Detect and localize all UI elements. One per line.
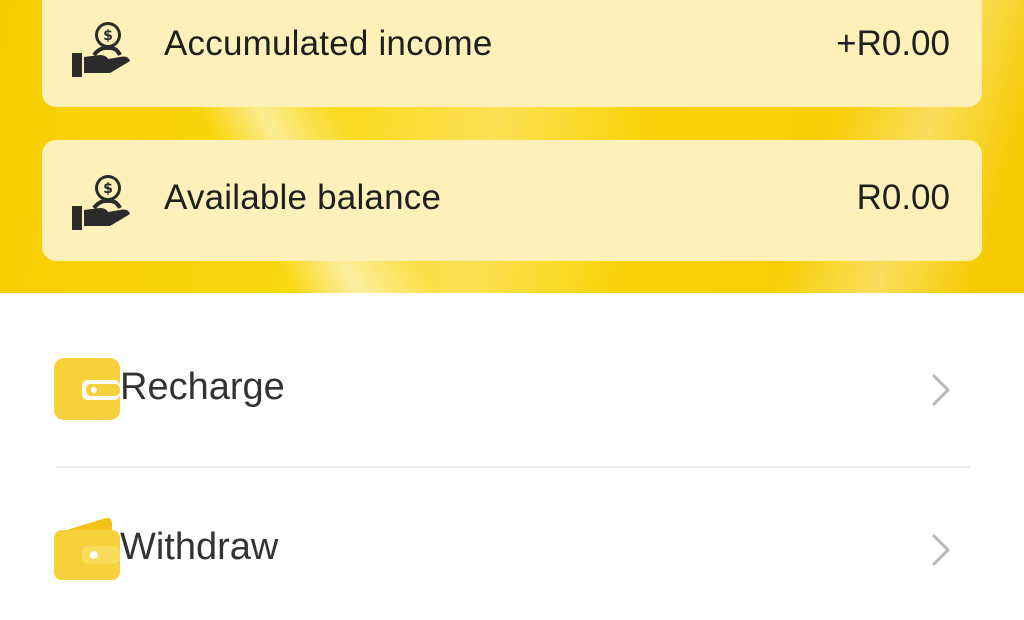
available-balance-card: $ Available balance R0.00 <box>42 140 982 261</box>
recharge-label: Recharge <box>120 366 285 408</box>
menu-divider <box>56 466 970 468</box>
svg-text:$: $ <box>103 181 113 197</box>
hand-money-bag-icon: $ <box>72 22 130 77</box>
svg-text:$: $ <box>103 28 113 44</box>
accumulated-income-card: $ Accumulated income +R0.00 <box>42 0 982 107</box>
available-balance-label: Available balance <box>164 178 442 217</box>
card-wallet-icon <box>54 358 120 420</box>
chevron-right-icon <box>932 534 950 566</box>
hand-money-bag-icon: $ <box>72 175 130 230</box>
withdraw-label: Withdraw <box>120 526 279 568</box>
accumulated-income-label: Accumulated income <box>164 24 493 63</box>
available-balance-value: R0.00 <box>856 178 950 217</box>
wallet-summary-header: $ Accumulated income +R0.00 $ Available … <box>0 0 1024 293</box>
withdraw-menu-item[interactable]: Withdraw <box>0 470 1024 620</box>
accumulated-income-value: +R0.00 <box>836 24 950 63</box>
recharge-menu-item[interactable]: Recharge <box>0 310 1024 460</box>
wallet-icon <box>54 517 120 580</box>
chevron-right-icon <box>932 374 950 406</box>
